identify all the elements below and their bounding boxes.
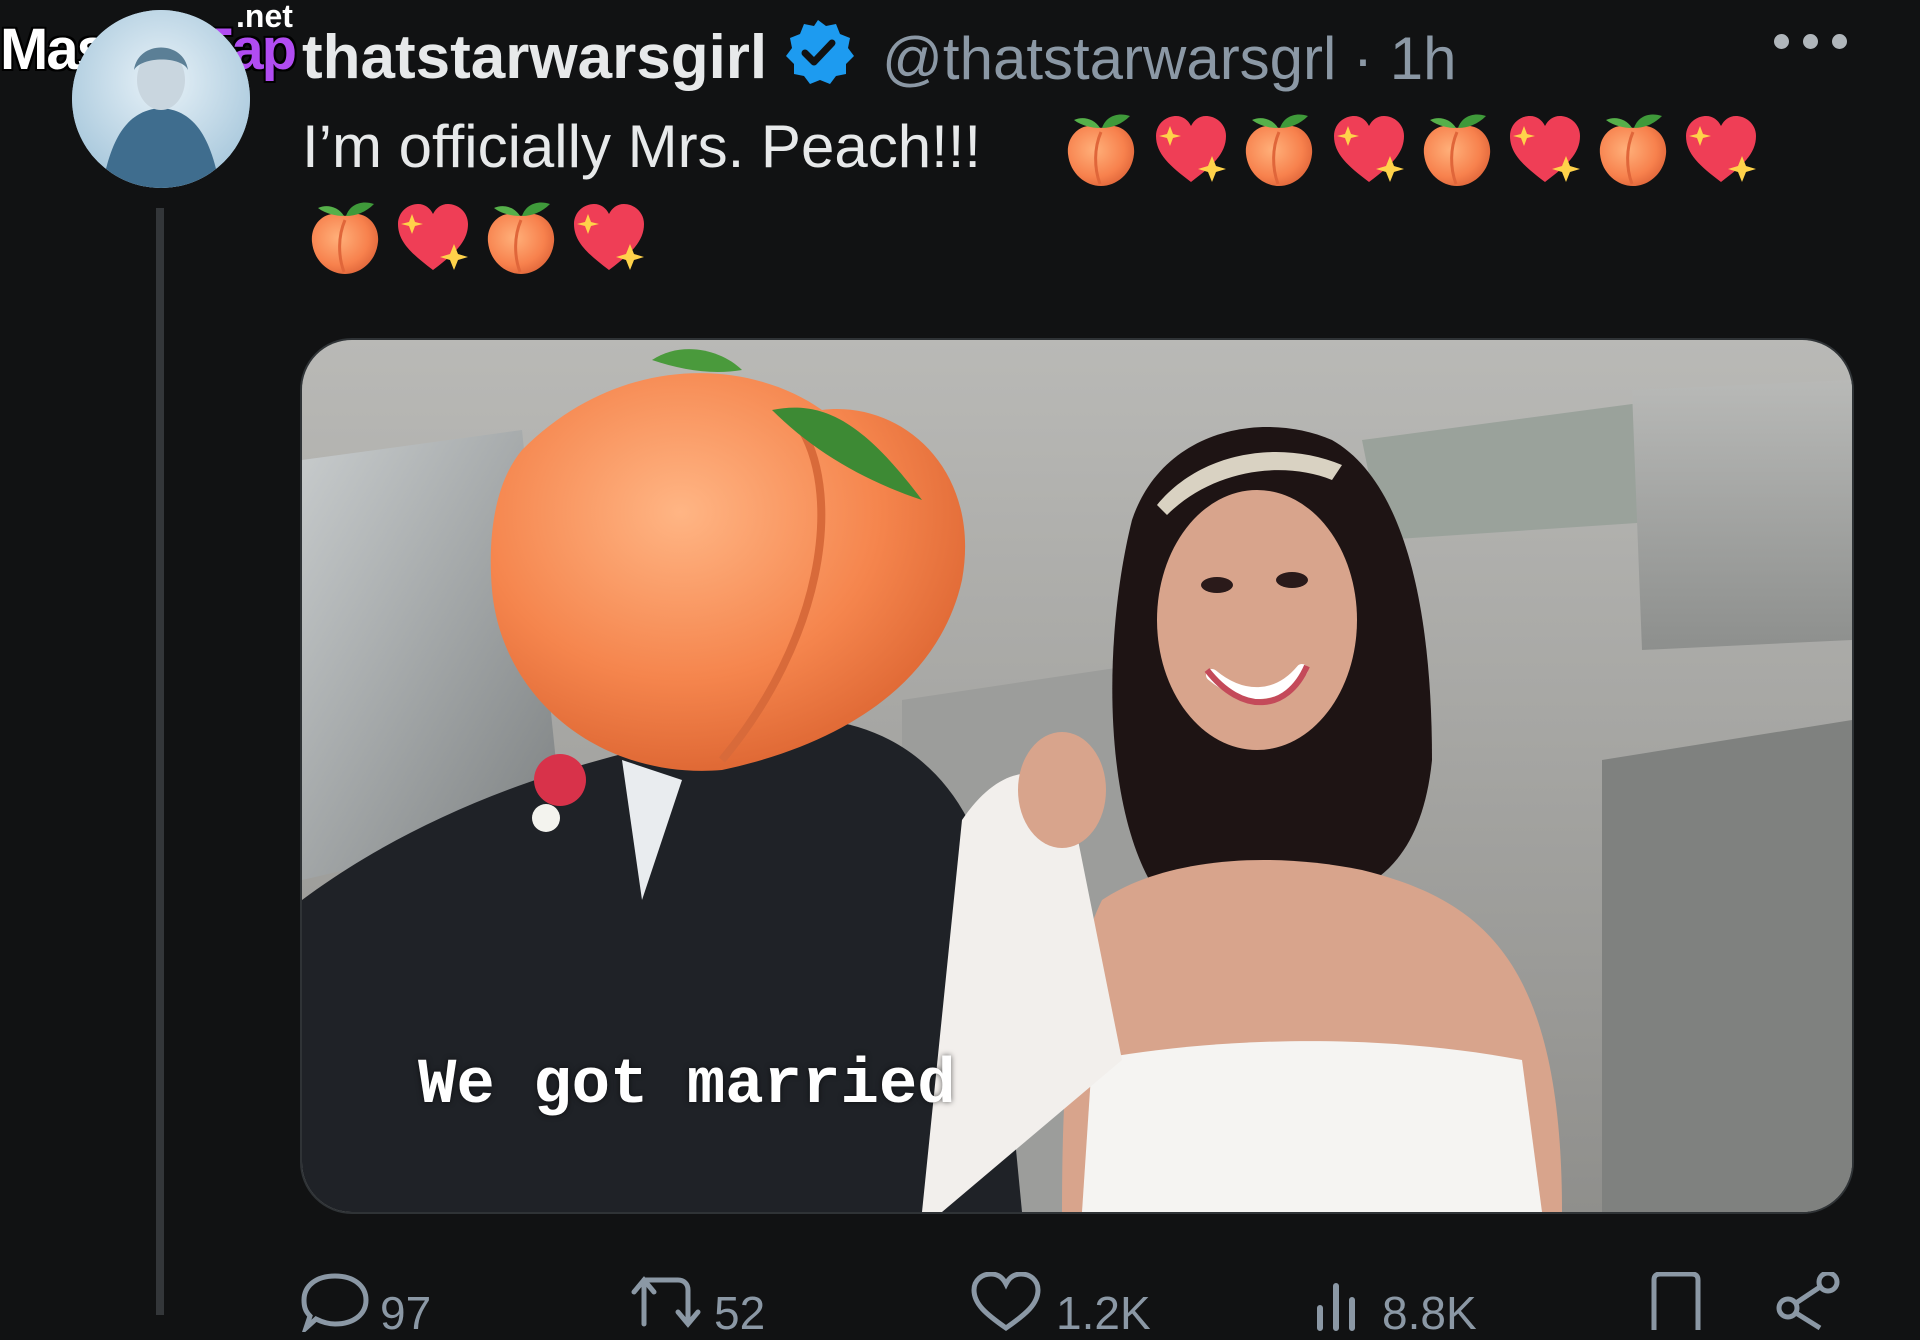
more-options-icon[interactable]	[1774, 34, 1874, 64]
like-count: 1.2K	[1056, 1287, 1151, 1339]
sparkling-heart-icon	[1328, 108, 1410, 190]
reply-count: 97	[380, 1287, 432, 1339]
share-icon	[1776, 1272, 1840, 1331]
peach-icon	[1416, 108, 1498, 190]
heart-icon	[971, 1272, 1041, 1332]
peach-icon	[1060, 108, 1142, 190]
views-count: 8.8K	[1382, 1287, 1477, 1339]
peach-icon	[480, 196, 562, 278]
tweet-text: I’m officially Mrs. Peach!!!	[302, 113, 982, 180]
share-button[interactable]	[1774, 1262, 1844, 1331]
display-name[interactable]: thatstarwarsgirl	[302, 22, 767, 93]
media-caption: We got married	[418, 1050, 956, 1122]
user-handle[interactable]: @thatstarwarsgrl	[882, 25, 1336, 92]
views-button[interactable]: 8.8K	[1310, 1262, 1530, 1339]
peach-icon	[304, 196, 386, 278]
retweet-icon	[631, 1276, 701, 1328]
peach-icon	[1592, 108, 1674, 190]
separator-dot: ·	[1353, 25, 1374, 92]
reply-button[interactable]: 97	[300, 1262, 500, 1339]
tweet-action-bar: 97 52 1.2K 8.8K	[300, 1262, 1860, 1339]
verified-badge-icon	[786, 20, 854, 84]
sparkling-heart-icon	[392, 196, 474, 278]
reply-icon	[301, 1273, 369, 1332]
sparkling-heart-icon	[1150, 108, 1232, 190]
watermark-suffix-text: .net	[236, 0, 293, 34]
bookmark-button[interactable]	[1646, 1262, 1706, 1330]
views-chart-icon	[1317, 1283, 1355, 1331]
handle-and-time: @thatstarwarsgrl · 1h	[882, 24, 1456, 93]
thread-line	[156, 208, 164, 1315]
sparkling-heart-icon	[1504, 108, 1586, 190]
post-time[interactable]: 1h	[1390, 25, 1457, 92]
like-button[interactable]: 1.2K	[970, 1262, 1190, 1339]
sparkling-heart-icon	[1680, 108, 1762, 190]
avatar[interactable]	[72, 10, 250, 188]
bookmark-icon	[1651, 1272, 1701, 1330]
retweet-button[interactable]: 52	[630, 1262, 830, 1339]
peach-icon	[1238, 108, 1320, 190]
tweet-media-image[interactable]: We got married	[300, 338, 1854, 1214]
retweet-count: 52	[714, 1287, 766, 1339]
avatar-image	[72, 10, 250, 188]
sparkling-heart-icon	[568, 196, 650, 278]
